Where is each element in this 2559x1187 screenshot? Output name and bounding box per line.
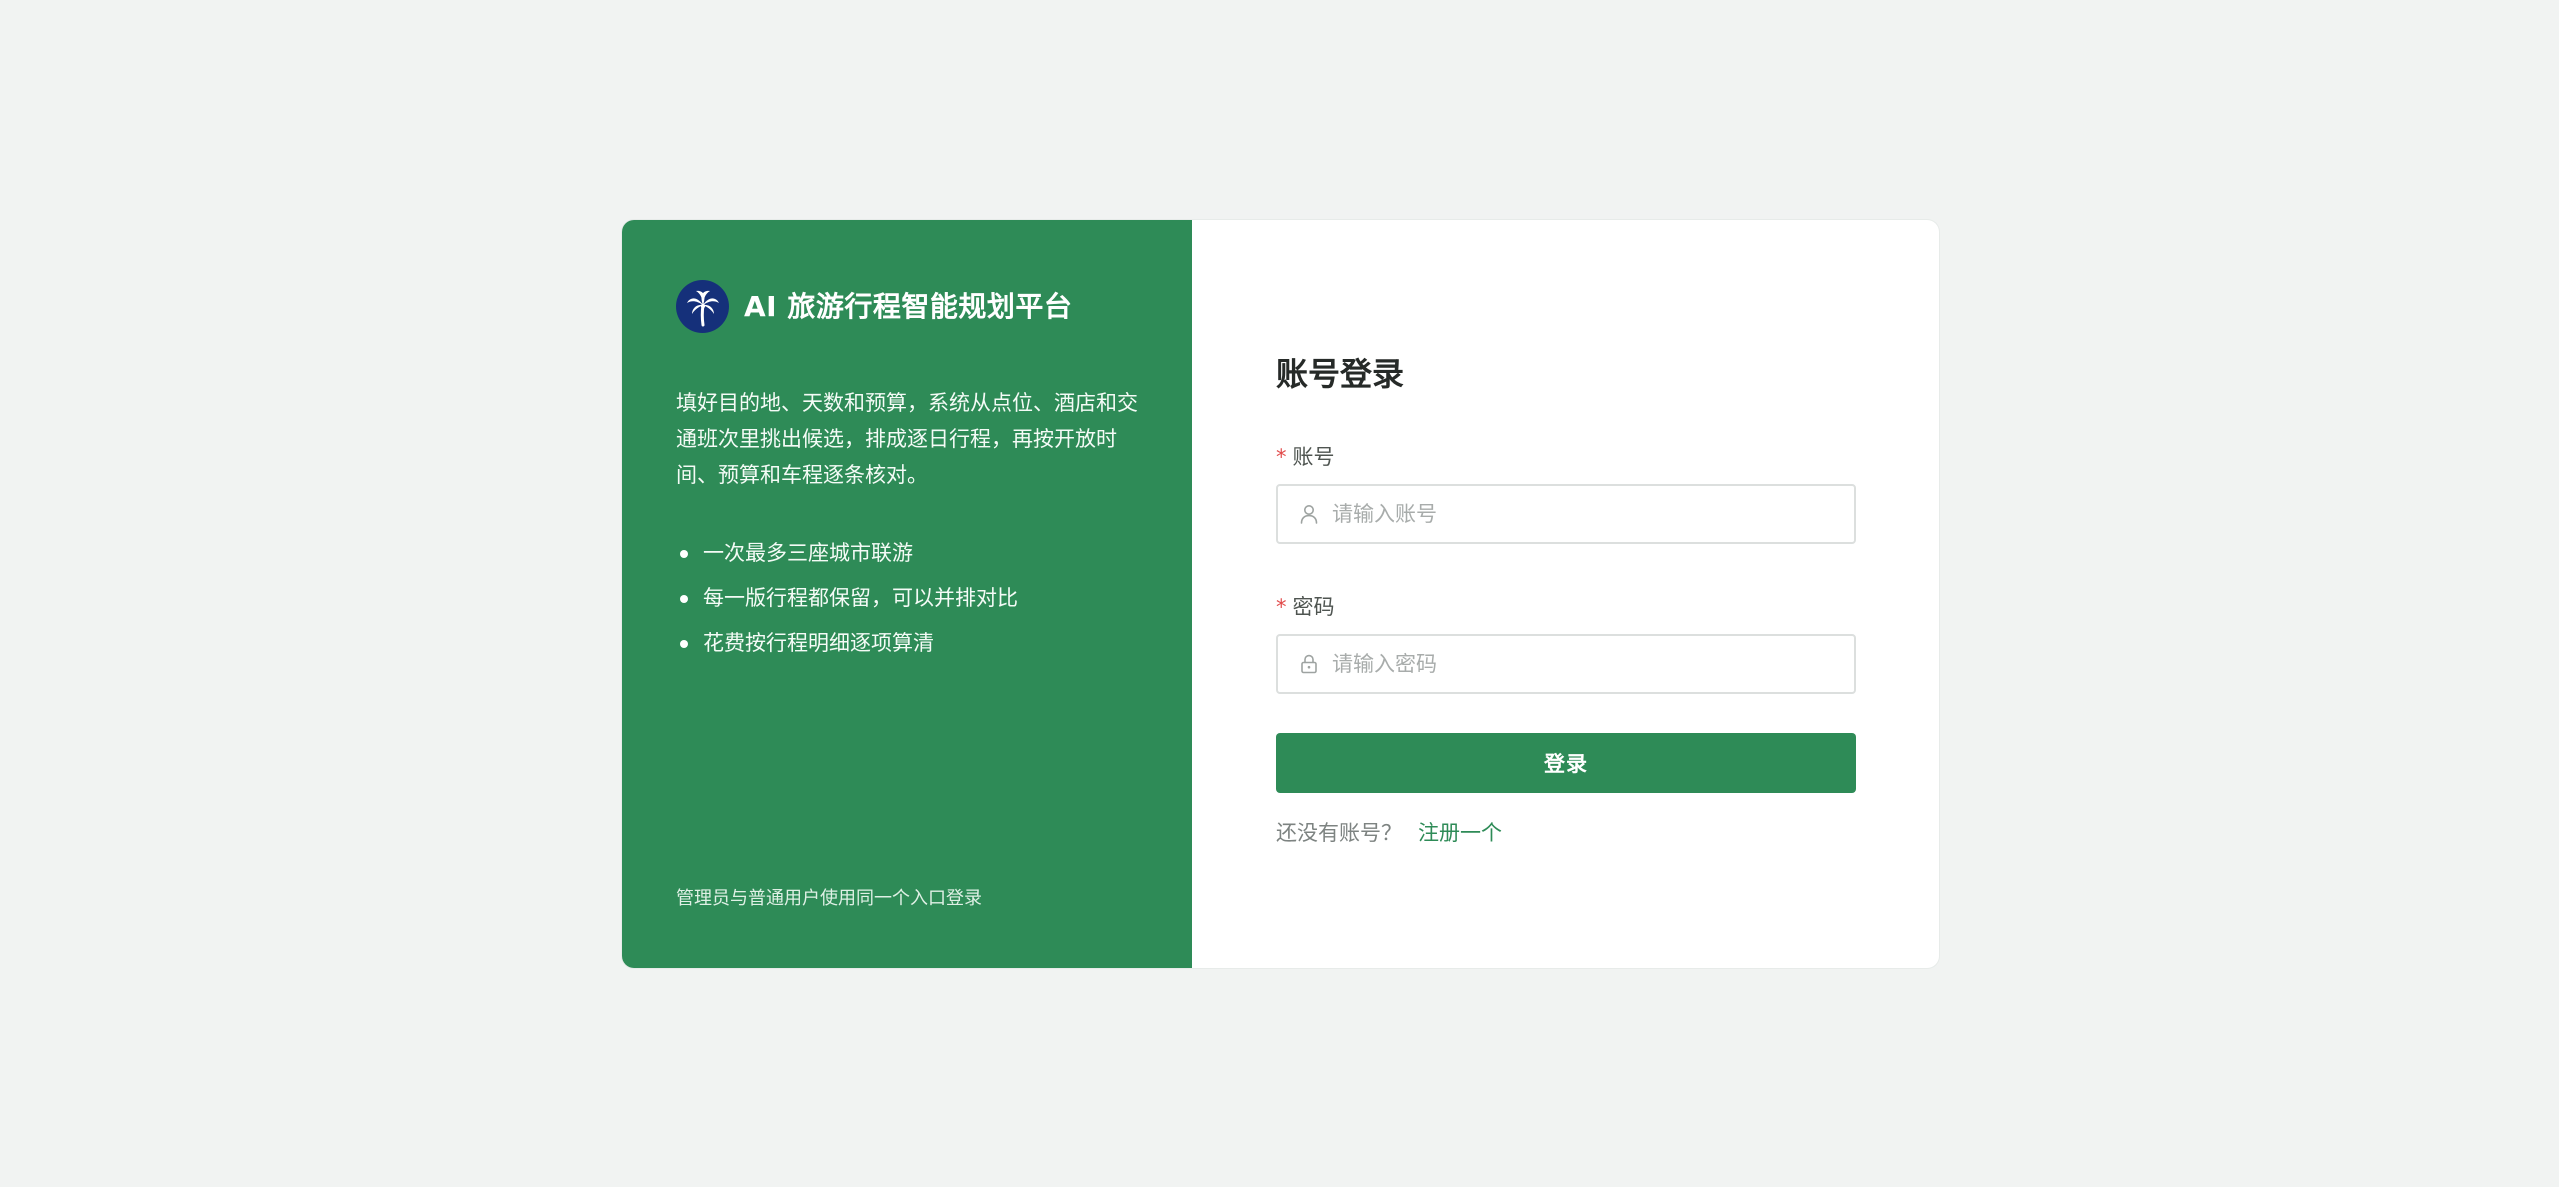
register-row: 还没有账号？ 注册一个 xyxy=(1276,823,1856,844)
login-button[interactable]: 登录 xyxy=(1276,733,1856,793)
password-label-text: 密码 xyxy=(1292,595,1335,619)
register-link[interactable]: 注册一个 xyxy=(1418,821,1502,845)
lock-icon xyxy=(1300,654,1318,674)
feature-item: 一次最多三座城市联游 xyxy=(676,531,1138,576)
password-input[interactable] xyxy=(1332,652,1854,676)
login-panel: 账号登录 *账号 *密码 xyxy=(1192,220,1939,968)
password-input-box[interactable] xyxy=(1276,634,1856,694)
required-mark: * xyxy=(1276,595,1287,619)
intro-text: 填好目的地、天数和预算，系统从点位、酒店和交通班次里挑出候选，排成逐日行程，再按… xyxy=(676,391,1138,487)
register-prompt: 还没有账号？ xyxy=(1276,821,1402,845)
intro-panel: AI 旅游行程智能规划平台 填好目的地、天数和预算，系统从点位、酒店和交通班次里… xyxy=(622,220,1192,968)
account-input-box[interactable] xyxy=(1276,484,1856,544)
feature-item: 每一版行程都保留，可以并排对比 xyxy=(676,576,1138,621)
required-mark: * xyxy=(1276,445,1287,469)
login-form: 账号登录 *账号 *密码 xyxy=(1276,358,1856,844)
palm-tree-icon xyxy=(676,280,729,333)
login-card: AI 旅游行程智能规划平台 填好目的地、天数和预算，系统从点位、酒店和交通班次里… xyxy=(622,220,1939,968)
password-label: * 密码 xyxy=(1276,597,1856,618)
account-label: * 账号 xyxy=(1276,447,1856,468)
form-title: 账号登录 xyxy=(1276,355,1405,393)
feature-list: 一次最多三座城市联游 每一版行程都保留，可以并排对比 花费按行程明细逐项算清 xyxy=(676,531,1138,666)
brand-title: AI 旅游行程智能规划平台 xyxy=(744,289,1073,323)
account-label-text: 账号 xyxy=(1292,445,1335,469)
user-icon xyxy=(1300,504,1318,524)
account-input[interactable] xyxy=(1332,502,1854,526)
login-note: 管理员与普通用户使用同一个入口登录 xyxy=(676,888,982,909)
brand: AI 旅游行程智能规划平台 xyxy=(676,280,1138,333)
feature-item: 花费按行程明细逐项算清 xyxy=(676,621,1138,666)
